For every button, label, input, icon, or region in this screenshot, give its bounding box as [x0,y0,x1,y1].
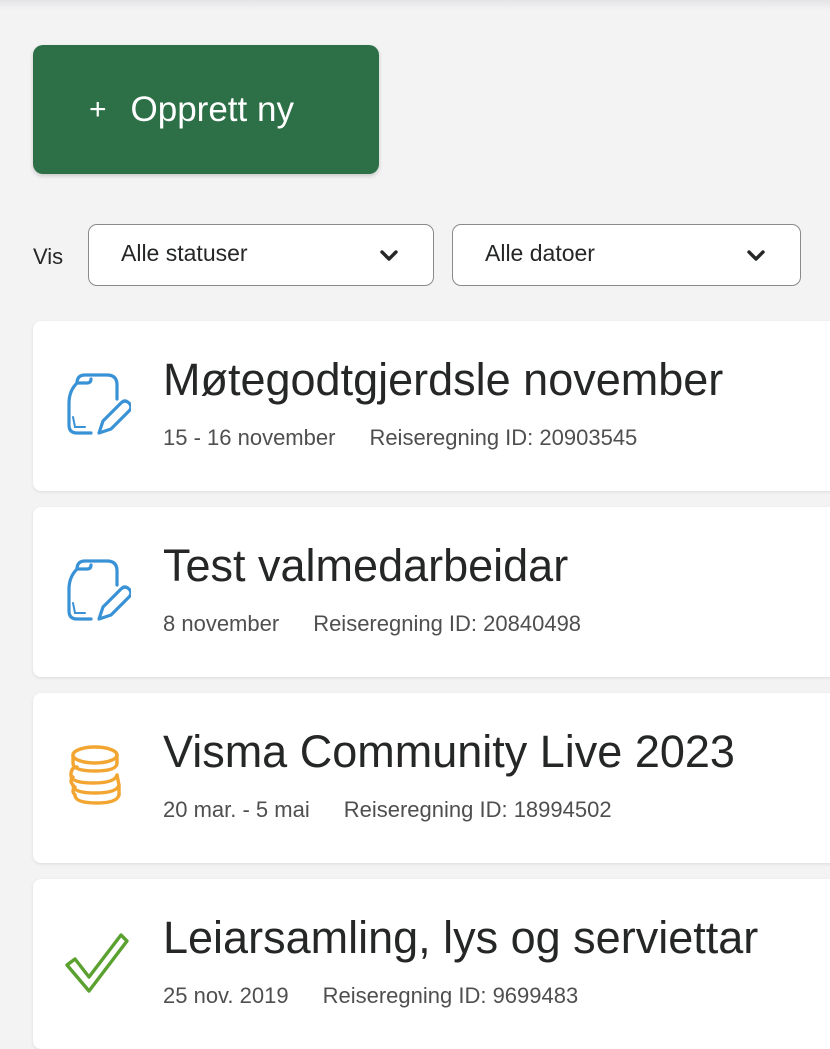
expense-date: 15 - 16 november [163,425,336,450]
chevron-down-icon [380,250,398,261]
date-filter-select[interactable]: Alle datoer [452,224,801,286]
expense-card[interactable]: Test valmedarbeidar 8 november Reiseregni… [33,507,830,677]
filter-row: Vis Alle statuser Alle datoer [33,224,830,288]
expense-id: Reiseregning ID: 18994502 [343,797,612,822]
checkmark-icon [65,933,129,993]
top-bar-shadow [0,0,830,10]
expense-title: Møtegodtgjerdsle november [163,354,724,405]
status-filter-select[interactable]: Alle statuser [88,224,434,286]
draft-edit-icon [67,559,131,621]
chevron-down-icon [747,250,765,261]
expense-id: Reiseregning ID: 20840498 [313,611,582,636]
expense-date: 8 november [163,611,280,636]
status-filter-value: Alle statuser [121,240,248,266]
expense-card[interactable]: Leiarsamling, lys og serviettar 25 nov. … [33,879,830,1049]
expense-title: Test valmedarbeidar [163,540,569,591]
expense-meta: 25 nov. 2019 Reiseregning ID: 9699483 [163,983,578,1009]
create-new-button[interactable]: + Opprett ny [33,45,379,174]
plus-icon: + [89,92,107,126]
date-filter-value: Alle datoer [485,240,595,266]
draft-edit-icon [67,373,131,435]
create-new-label: Opprett ny [130,90,294,129]
expense-date: 25 nov. 2019 [163,983,289,1008]
expense-title: Visma Community Live 2023 [163,726,735,777]
expense-date: 20 mar. - 5 mai [163,797,310,822]
expense-meta: 8 november Reiseregning ID: 20840498 [163,611,581,637]
expense-card[interactable]: Møtegodtgjerdsle november 15 - 16 novemb… [33,321,830,491]
coins-icon [69,745,121,805]
expense-meta: 15 - 16 november Reiseregning ID: 2090354… [163,425,637,451]
filter-label: Vis [33,244,64,269]
expense-meta: 20 mar. - 5 mai Reiseregning ID: 18994502 [163,797,612,823]
expense-id: Reiseregning ID: 20903545 [369,425,638,450]
expense-id: Reiseregning ID: 9699483 [322,983,579,1008]
expense-card[interactable]: Visma Community Live 2023 20 mar. - 5 ma… [33,693,830,863]
expense-title: Leiarsamling, lys og serviettar [163,912,759,963]
